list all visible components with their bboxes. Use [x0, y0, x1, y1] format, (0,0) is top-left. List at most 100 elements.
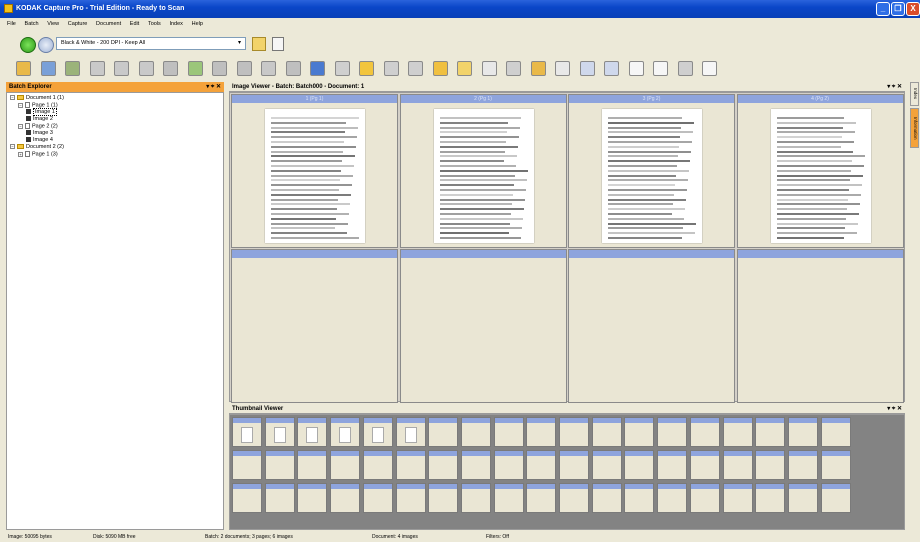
image-cell[interactable] — [399, 249, 567, 403]
job-setup-select[interactable]: Black & White - 200 DPI - Keep All ▾ — [56, 37, 246, 50]
close-button[interactable]: X — [906, 2, 920, 16]
tree-node[interactable]: Image 2 — [26, 116, 53, 122]
thumbnail-cell[interactable] — [232, 417, 262, 447]
hand-icon[interactable] — [677, 61, 693, 76]
crop-icon[interactable] — [187, 61, 203, 76]
thumbnail-cell[interactable] — [460, 417, 491, 447]
arrow2-icon[interactable] — [408, 61, 423, 76]
zoom-area-icon[interactable] — [506, 61, 521, 76]
minimize-button[interactable]: _ — [876, 2, 890, 16]
thumbnail-cell[interactable] — [297, 483, 328, 513]
thumbnail-cell[interactable] — [460, 450, 491, 480]
thumbnail-cell[interactable] — [689, 483, 720, 513]
zoom-tool-icon[interactable] — [334, 61, 350, 76]
thumbnail-cell[interactable] — [232, 450, 262, 480]
image-cell[interactable]: 1 (Pg 1) — [231, 94, 398, 248]
thumbnail-cell[interactable] — [657, 417, 688, 447]
zoom-in-icon[interactable] — [579, 61, 595, 76]
info-icon[interactable] — [702, 61, 717, 76]
copy-icon[interactable] — [163, 61, 178, 76]
start-scan-button[interactable] — [20, 37, 36, 53]
panel-pin-icon[interactable]: ▾ ⌖ ✕ — [887, 404, 902, 414]
thumbnail-cell[interactable] — [362, 450, 393, 480]
thumbnail-cell[interactable] — [428, 483, 459, 513]
tree-node[interactable]: − Document 2 (2) — [10, 144, 64, 150]
panel-pin-icon[interactable]: ▾ ⌖ ✕ — [206, 82, 221, 92]
checkbox-icon[interactable] — [628, 61, 644, 76]
menu-file[interactable]: File — [7, 18, 16, 30]
menu-help[interactable]: Help — [192, 18, 203, 30]
thumbnail-cell[interactable] — [591, 450, 622, 480]
thumbnail-cell[interactable] — [624, 417, 655, 447]
thumbnail-cell[interactable] — [395, 450, 426, 480]
thumbnail-cell[interactable] — [559, 450, 589, 480]
split-icon[interactable] — [236, 61, 252, 76]
thumbnail-cell[interactable] — [591, 417, 622, 447]
tab-information[interactable]: Information — [910, 108, 919, 148]
menu-tools[interactable]: Tools — [148, 18, 161, 30]
thumbnail-cell[interactable] — [755, 417, 786, 447]
pointer-icon[interactable] — [457, 61, 472, 76]
menu-view[interactable]: View — [47, 18, 59, 30]
tree-node[interactable]: − Page 2 (2) — [18, 123, 58, 129]
zoom-out-icon[interactable] — [604, 61, 619, 76]
thumbnail-cell[interactable] — [460, 483, 491, 513]
thumbnail-cell[interactable] — [395, 417, 426, 447]
tree-node[interactable]: − Document 1 (1) — [10, 95, 64, 101]
folder-icon[interactable] — [359, 61, 374, 76]
document-menu-icon[interactable] — [272, 37, 284, 51]
stop-scan-button[interactable] — [38, 37, 54, 53]
collapse-icon[interactable]: − — [10, 95, 15, 101]
image-cell[interactable] — [231, 249, 398, 403]
menu-capture[interactable]: Capture — [68, 18, 88, 30]
thumbnail-cell[interactable] — [232, 483, 262, 513]
image-cell[interactable] — [568, 249, 735, 403]
thumbnail-cell[interactable] — [264, 483, 295, 513]
thumbnail-cell[interactable] — [493, 417, 524, 447]
scan-folder-icon[interactable] — [16, 61, 31, 76]
thumbnail-cell[interactable] — [591, 483, 622, 513]
thumbnail-cell[interactable] — [787, 417, 818, 447]
thumbnail-cell[interactable] — [526, 483, 557, 513]
thumbnail-cell[interactable] — [395, 483, 426, 513]
rotate-right-icon[interactable] — [138, 61, 154, 76]
layout-icon[interactable] — [555, 61, 570, 76]
thumbnail-cell[interactable] — [624, 483, 655, 513]
image-cell[interactable] — [736, 249, 904, 403]
thumbnail-cell[interactable] — [722, 417, 753, 447]
maximize-button[interactable]: ❐ — [891, 2, 905, 16]
image-cell[interactable]: 2 (Pg 1) — [399, 94, 567, 248]
menu-document[interactable]: Document — [96, 18, 121, 30]
thumbnail-cell[interactable] — [330, 483, 361, 513]
thumbnail-cell[interactable] — [820, 483, 851, 513]
arrow-icon[interactable] — [383, 61, 399, 76]
thumbnail-cell[interactable] — [787, 483, 818, 513]
thumbnail-cell[interactable] — [722, 483, 753, 513]
menu-edit[interactable]: Edit — [130, 18, 139, 30]
thumbnail-cell[interactable] — [624, 450, 655, 480]
thumbnail-cell[interactable] — [330, 417, 361, 447]
thumbnail-cell[interactable] — [787, 450, 818, 480]
thumbnail-cell[interactable] — [559, 417, 589, 447]
tree-node[interactable]: Image 4 — [26, 137, 53, 143]
expand-icon[interactable]: + — [18, 151, 23, 157]
menu-batch[interactable]: Batch — [25, 18, 39, 30]
chevron-down-icon[interactable]: ▾ — [235, 39, 244, 48]
panel-pin-icon[interactable]: ▾ ⌖ ✕ — [887, 82, 902, 92]
thumbnail-cell[interactable] — [657, 483, 688, 513]
collapse-icon[interactable]: − — [18, 123, 23, 129]
rotate-left-icon[interactable] — [114, 61, 129, 76]
thumbnail-cell[interactable] — [493, 450, 524, 480]
thumbnail-cell[interactable] — [657, 450, 688, 480]
thumbnail-cell[interactable] — [755, 483, 786, 513]
flag-icon[interactable] — [65, 61, 80, 76]
tree-node[interactable]: + Page 1 (3) — [18, 151, 58, 157]
page-dropdown-icon[interactable] — [481, 61, 497, 76]
batch-icon[interactable] — [40, 61, 56, 76]
thumbnail-cell[interactable] — [820, 450, 851, 480]
document-icon[interactable] — [653, 61, 668, 76]
thumbnail-cell[interactable] — [330, 450, 361, 480]
image-cell[interactable]: 4 (Pg 2) — [736, 94, 904, 248]
thumbnail-cell[interactable] — [362, 417, 393, 447]
thumbnail-cell[interactable] — [689, 417, 720, 447]
